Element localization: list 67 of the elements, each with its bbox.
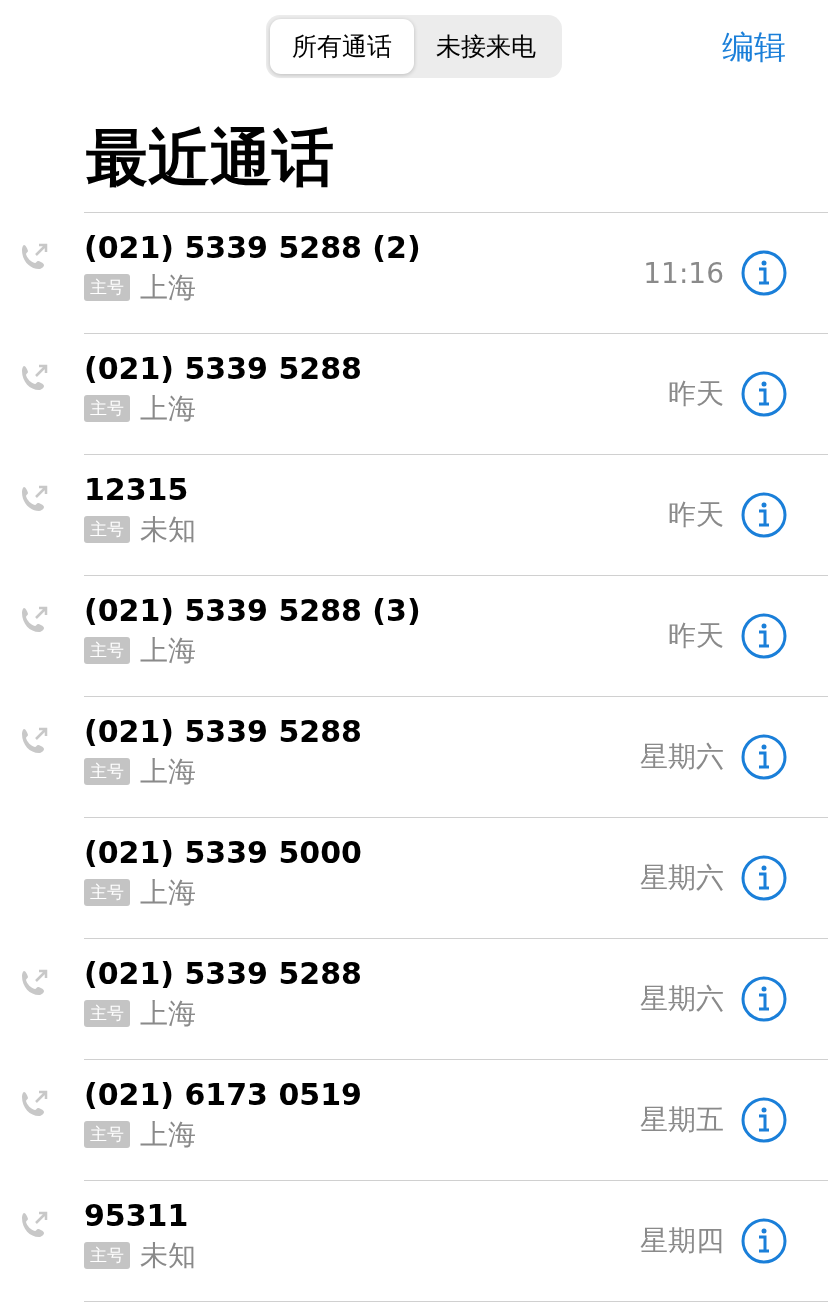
phone-number: (021) 5339 5288 (3) bbox=[84, 592, 422, 628]
call-location: 上海 bbox=[140, 995, 196, 1032]
call-time: 星期六 bbox=[640, 860, 724, 896]
info-button[interactable] bbox=[740, 733, 788, 781]
call-row[interactable]: (021) 5339 5288 主号 上海 星期六 bbox=[0, 939, 828, 1060]
number-tag: 主号 bbox=[84, 1121, 130, 1148]
call-location: 上海 bbox=[140, 390, 196, 427]
call-time: 昨天 bbox=[668, 618, 724, 654]
info-button[interactable] bbox=[740, 854, 788, 902]
info-icon bbox=[740, 975, 788, 1023]
phone-number: (021) 5339 5288 bbox=[84, 955, 363, 991]
page-title: 最近通话 bbox=[86, 122, 335, 196]
info-icon bbox=[740, 370, 788, 418]
number-tag: 主号 bbox=[84, 516, 130, 543]
phone-number: (021) 5339 5288 bbox=[84, 713, 363, 749]
segment-tab[interactable]: 未接来电 bbox=[414, 19, 558, 74]
info-button[interactable] bbox=[740, 249, 788, 297]
number-tag: 主号 bbox=[84, 637, 130, 664]
call-location: 上海 bbox=[140, 753, 196, 790]
number-tag: 主号 bbox=[84, 1000, 130, 1027]
info-icon bbox=[740, 733, 788, 781]
edit-button[interactable]: 编辑 bbox=[722, 26, 786, 70]
call-row[interactable]: (021) 5339 5288 主号 上海 昨天 bbox=[0, 334, 828, 455]
info-button[interactable] bbox=[740, 1096, 788, 1144]
info-icon bbox=[740, 249, 788, 297]
info-button[interactable] bbox=[740, 1217, 788, 1265]
call-row[interactable]: 12315 主号 未知 昨天 bbox=[0, 455, 828, 576]
info-button[interactable] bbox=[740, 370, 788, 418]
call-time: 星期六 bbox=[640, 739, 724, 775]
call-row[interactable]: (021) 6173 0519 主号 上海 星期五 bbox=[0, 1060, 828, 1181]
info-button[interactable] bbox=[740, 612, 788, 660]
call-location: 上海 bbox=[140, 874, 196, 911]
call-time: 星期六 bbox=[640, 981, 724, 1017]
info-button[interactable] bbox=[740, 975, 788, 1023]
call-time: 星期五 bbox=[640, 1102, 724, 1138]
number-tag: 主号 bbox=[84, 758, 130, 785]
info-icon bbox=[740, 491, 788, 539]
segment-tab[interactable]: 所有通话 bbox=[270, 19, 414, 74]
call-row[interactable]: (021) 5339 5288 主号 上海 星期六 bbox=[0, 697, 828, 818]
call-location: 上海 bbox=[140, 632, 196, 669]
phone-number: (021) 5339 5288 (2) bbox=[84, 229, 422, 265]
info-icon bbox=[740, 854, 788, 902]
call-row[interactable]: (021) 5339 5000 主号 上海 星期六 bbox=[0, 818, 828, 939]
number-tag: 主号 bbox=[84, 1242, 130, 1269]
number-tag: 主号 bbox=[84, 395, 130, 422]
phone-number: (021) 5339 5000 bbox=[84, 834, 363, 870]
info-icon bbox=[740, 1096, 788, 1144]
phone-number: 12315 bbox=[84, 471, 190, 507]
info-icon bbox=[740, 1217, 788, 1265]
phone-number: 95311 bbox=[84, 1197, 190, 1233]
call-time: 昨天 bbox=[668, 497, 724, 533]
call-time: 星期四 bbox=[640, 1223, 724, 1259]
phone-number: (021) 5339 5288 bbox=[84, 350, 363, 386]
call-row[interactable]: (021) 5339 5288 (2) 主号 上海 11:16 bbox=[0, 213, 828, 334]
call-location: 上海 bbox=[140, 269, 196, 306]
number-tag: 主号 bbox=[84, 274, 130, 301]
number-tag: 主号 bbox=[84, 879, 130, 906]
phone-number: (021) 6173 0519 bbox=[84, 1076, 363, 1112]
call-row[interactable]: 95311 主号 未知 星期四 bbox=[0, 1181, 828, 1302]
call-location: 未知 bbox=[140, 511, 196, 548]
call-location: 未知 bbox=[140, 1237, 196, 1274]
call-row[interactable]: (021) 5339 5288 (3) 主号 上海 昨天 bbox=[0, 576, 828, 697]
call-location: 上海 bbox=[140, 1116, 196, 1153]
call-time: 昨天 bbox=[668, 376, 724, 412]
info-icon bbox=[740, 612, 788, 660]
call-time: 11:16 bbox=[643, 256, 724, 290]
info-button[interactable] bbox=[740, 491, 788, 539]
